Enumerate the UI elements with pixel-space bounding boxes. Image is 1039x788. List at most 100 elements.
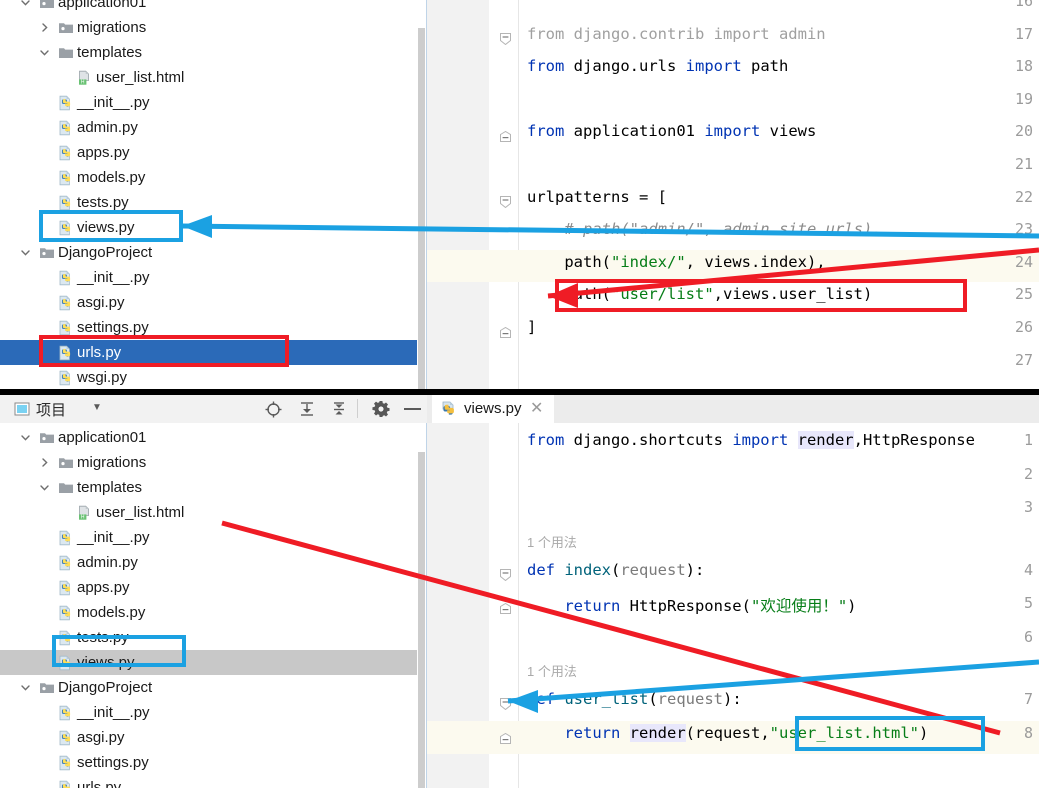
tree-item-urls-py[interactable]: urls.py: [0, 340, 425, 365]
fold-closed-icon[interactable]: [500, 729, 511, 744]
chevron-down-icon[interactable]: [19, 246, 32, 259]
tree-top-scrollbar[interactable]: [417, 28, 426, 389]
usage-hint[interactable]: 1 个用法: [527, 532, 577, 551]
hide-panel-icon[interactable]: [404, 408, 421, 410]
tree-item-application01[interactable]: application01: [0, 0, 418, 15]
tree-item-asgi-py[interactable]: asgi.py: [0, 725, 418, 750]
code-line[interactable]: def user_list(request):: [527, 690, 1039, 708]
code-line[interactable]: ]: [527, 318, 1039, 336]
fold-open-icon[interactable]: [500, 566, 511, 581]
tree-item-init-py[interactable]: __init__.py: [0, 525, 418, 550]
fold-closed-icon[interactable]: [500, 323, 511, 338]
select-opened-file-icon[interactable]: [265, 401, 282, 423]
fold-closed-icon[interactable]: [500, 599, 511, 614]
python-file-icon: [58, 344, 74, 361]
fold-open-icon[interactable]: [500, 695, 511, 711]
tree-item-wsgi-py[interactable]: wsgi.py: [0, 365, 418, 389]
tree-item-djangoproject[interactable]: DjangoProject: [0, 240, 418, 265]
tree-item-templates[interactable]: templates: [0, 40, 418, 65]
folder-module-icon: [58, 19, 74, 35]
tree-item-migrations[interactable]: migrations: [0, 450, 418, 475]
tree-item-admin-py[interactable]: admin.py: [0, 550, 418, 575]
tree-item-tests-py[interactable]: tests.py: [0, 625, 418, 650]
chevron-down-icon[interactable]: ▼: [92, 402, 102, 413]
tree-item-apps-py[interactable]: apps.py: [0, 575, 418, 600]
chevron-down-icon[interactable]: [38, 46, 51, 59]
tree-item-user-list-html[interactable]: Huser_list.html: [0, 65, 418, 90]
code-line[interactable]: # path("admin/", admin.site.urls),: [527, 220, 1039, 238]
tree-item-templates[interactable]: templates: [0, 475, 418, 500]
folder-icon: [58, 44, 74, 60]
tree-item-application01[interactable]: application01: [0, 425, 418, 450]
chevron-down-icon[interactable]: [19, 0, 32, 9]
tree-item-views-py[interactable]: views.py: [0, 650, 425, 675]
svg-text:H: H: [81, 80, 85, 86]
tree-item-label: models.py: [77, 604, 146, 621]
code-line[interactable]: from django.contrib import admin: [527, 25, 1039, 43]
tree-item-migrations[interactable]: migrations: [0, 15, 418, 40]
tree-item-settings-py[interactable]: settings.py: [0, 750, 418, 775]
tree-item-models-py[interactable]: models.py: [0, 165, 418, 190]
settings-gear-icon[interactable]: [372, 400, 390, 423]
code-line[interactable]: def index(request):: [527, 561, 1039, 579]
tree-item-settings-py[interactable]: settings.py: [0, 315, 418, 340]
tree-item-asgi-py[interactable]: asgi.py: [0, 290, 418, 315]
expand-all-icon[interactable]: [299, 401, 315, 422]
code-line[interactable]: return render(request,"user_list.html"): [527, 723, 1039, 742]
tree-item-tests-py[interactable]: tests.py: [0, 190, 418, 215]
tree-item-label: __init__.py: [77, 269, 150, 286]
editor-urls-py[interactable]: 16 """ 17 from django.contrib import admin 1…: [427, 0, 1039, 389]
tree-item-djangoproject[interactable]: DjangoProject: [0, 675, 418, 700]
chevron-down-icon[interactable]: [38, 481, 51, 494]
gutter-top[interactable]: [427, 0, 489, 389]
tree-item-label: asgi.py: [77, 729, 125, 746]
tree-item-urls-py[interactable]: urls.py: [0, 775, 418, 788]
code-line[interactable]: from application01 import views: [527, 122, 1039, 140]
tree-item-label: __init__.py: [77, 94, 150, 111]
project-tree-top[interactable]: application01 migrations templates Huser_li…: [0, 0, 426, 389]
code-line[interactable]: """: [527, 0, 1039, 10]
collapse-all-icon[interactable]: [331, 401, 347, 422]
html-file-icon: H: [77, 504, 93, 521]
python-file-icon: [58, 729, 74, 746]
code-line[interactable]: urlpatterns = [: [527, 188, 1039, 206]
python-file-icon: [58, 654, 74, 671]
line-number: 6: [1023, 627, 1033, 646]
tree-item-init-py[interactable]: __init__.py: [0, 700, 418, 725]
tree-item-user-list-html[interactable]: Huser_list.html: [0, 500, 418, 525]
fold-open-icon[interactable]: [500, 30, 511, 45]
tree-item-label: user_list.html: [96, 69, 185, 86]
tree-item-admin-py[interactable]: admin.py: [0, 115, 418, 140]
project-tree-bottom[interactable]: application01 migrations templates Huser_li…: [0, 423, 426, 788]
code-line[interactable]: path("index/", views.index),: [527, 253, 1039, 271]
fold-closed-icon[interactable]: [500, 127, 511, 143]
tree-bottom-scrollbar[interactable]: [417, 452, 426, 788]
tree-item-init-py[interactable]: __init__.py: [0, 265, 418, 290]
python-file-icon: [58, 554, 74, 571]
tree-item-label: __init__.py: [77, 704, 150, 721]
tab-views-py[interactable]: views.py ✕: [432, 395, 554, 426]
code-line[interactable]: path("user/list",views.user_list): [527, 285, 1039, 303]
close-icon[interactable]: ✕: [530, 398, 543, 418]
code-line[interactable]: from django.urls import path: [527, 57, 1039, 75]
code-line[interactable]: from django.shortcuts import render,Http…: [527, 431, 1039, 449]
editor-views-py[interactable]: 1 from django.shortcuts import render,Htt…: [427, 423, 1039, 788]
chevron-right-icon[interactable]: [38, 21, 51, 34]
code-line[interactable]: return HttpResponse("欢迎使用！"): [527, 594, 1039, 616]
python-file-icon: [58, 94, 74, 111]
fold-open-icon[interactable]: [500, 193, 511, 208]
chevron-down-icon[interactable]: [19, 431, 32, 444]
module-folder-icon: [39, 429, 55, 445]
chevron-down-icon[interactable]: [19, 681, 32, 694]
python-file-icon: [58, 604, 74, 621]
python-file-icon: [58, 194, 74, 211]
tree-item-apps-py[interactable]: apps.py: [0, 140, 418, 165]
python-file-icon: [58, 144, 74, 161]
usage-hint[interactable]: 1 个用法: [527, 661, 577, 680]
tree-item-label: application01: [58, 0, 147, 11]
tree-item-views-py[interactable]: views.py: [0, 215, 418, 240]
tree-item-init-py[interactable]: __init__.py: [0, 90, 418, 115]
chevron-right-icon[interactable]: [38, 456, 51, 469]
tree-item-models-py[interactable]: models.py: [0, 600, 418, 625]
tree-item-label: DjangoProject: [58, 244, 153, 261]
